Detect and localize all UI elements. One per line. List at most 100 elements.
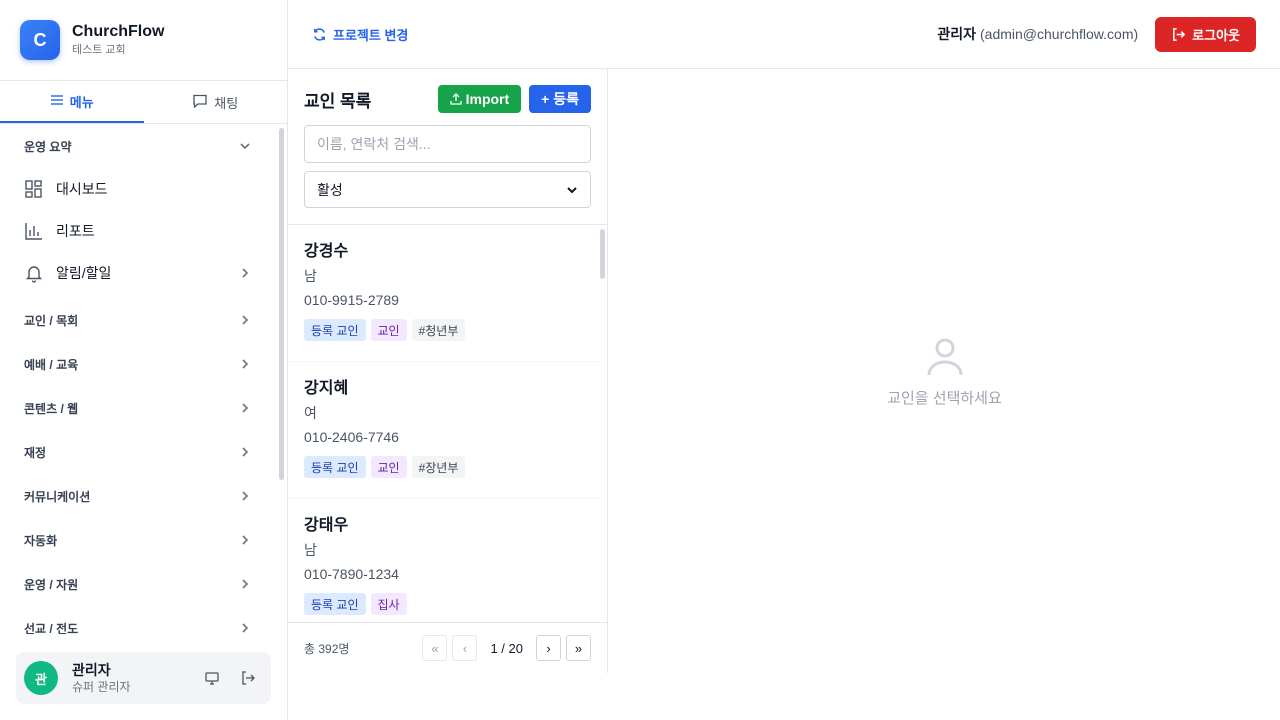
chat-icon — [192, 94, 208, 111]
logout-button[interactable]: 로그아웃 — [1155, 16, 1256, 52]
section-label: 재정 — [24, 445, 47, 460]
import-label: Import — [465, 91, 510, 107]
tab-chat-label: 채팅 — [214, 95, 239, 111]
bar-chart-icon — [24, 221, 44, 241]
logout-icon — [242, 671, 255, 685]
logout-icon — [1173, 27, 1186, 41]
list-title-row: 교인 목록 Import + 등록 — [304, 85, 591, 113]
section-label: 커뮤니케이션 — [24, 489, 91, 504]
role-badge: 집사 — [370, 593, 407, 615]
section-mission[interactable]: 선교 / 전도 — [0, 606, 288, 634]
list-item[interactable]: 강지혜 여 010-2406-7746 등록 교인 교인 #장년부 — [288, 362, 598, 499]
group-badge: #장년부 — [411, 456, 466, 478]
member-list: 강경수 남 010-9915-2789 등록 교인 교인 #청년부 강지혜 여 … — [288, 225, 607, 622]
status-select[interactable]: 활성 — [304, 171, 591, 208]
list-item[interactable]: 강경수 남 010-9915-2789 등록 교인 교인 #청년부 — [288, 225, 598, 362]
section-label: 운영 / 자원 — [24, 577, 79, 592]
admin-email: (admin@churchflow.com) — [980, 26, 1139, 42]
brand-text: ChurchFlow 테스트 교회 — [72, 22, 164, 58]
page-title: 교인 목록 — [304, 91, 372, 111]
section-label: 교인 / 목회 — [24, 313, 79, 328]
topbar-right: 관리자 (admin@churchflow.com) 로그아웃 — [937, 16, 1256, 52]
sidebar-menu: 운영 요약 대시보드 리포트 알림/할일 교인 / 목회 예배 / 교육 콘텐츠… — [0, 124, 288, 634]
sidebar-item-dashboard[interactable]: 대시보드 — [0, 168, 288, 210]
sidebar-item-label: 리포트 — [56, 223, 95, 239]
user-card: 관 관리자 슈퍼 관리자 — [16, 652, 271, 704]
tab-chat[interactable]: 채팅 — [144, 81, 288, 123]
search-input[interactable] — [304, 125, 591, 163]
project-change-button[interactable]: 프로젝트 변경 — [312, 25, 408, 44]
section-content[interactable]: 콘텐츠 / 웹 — [0, 386, 288, 430]
chevron-right-icon — [242, 623, 249, 633]
section-automation[interactable]: 자동화 — [0, 518, 288, 562]
import-button[interactable]: Import — [437, 85, 522, 113]
list-header: 교인 목록 Import + 등록 활성 — [288, 69, 607, 225]
chevron-right-icon — [242, 315, 249, 325]
section-members[interactable]: 교인 / 목회 — [0, 298, 288, 342]
member-tags: 등록 교인 교인 #장년부 — [304, 456, 582, 478]
chevron-right-icon — [242, 579, 249, 589]
tab-menu[interactable]: 메뉴 — [0, 81, 144, 123]
member-tags: 등록 교인 교인 #청년부 — [304, 319, 582, 341]
tab-menu-label: 메뉴 — [69, 94, 94, 110]
chevron-right-icon — [242, 359, 249, 369]
pagination: 총 392명 « ‹ 1 / 20 › » — [288, 622, 607, 673]
member-phone: 010-7890-1234 — [304, 566, 399, 582]
member-tags: 등록 교인 집사 — [304, 593, 582, 615]
section-label: 자동화 — [24, 533, 58, 548]
section-operations[interactable]: 운영 / 자원 — [0, 562, 288, 606]
display-mode-button[interactable] — [197, 663, 227, 693]
prev-page-button[interactable]: ‹ — [452, 635, 478, 661]
logout-label: 로그아웃 — [1192, 27, 1240, 43]
menu-icon — [50, 93, 64, 110]
brand-name: ChurchFlow — [72, 23, 165, 40]
section-summary[interactable]: 운영 요약 — [0, 124, 288, 168]
monitor-icon — [205, 672, 219, 685]
status-select-value: 활성 — [317, 181, 343, 198]
role-badge: 교인 — [370, 456, 407, 478]
sidebar-item-report[interactable]: 리포트 — [0, 210, 288, 252]
project-change-label: 프로젝트 변경 — [333, 27, 409, 43]
page-indicator: 1 / 20 — [490, 640, 523, 656]
group-badge: #청년부 — [411, 319, 466, 341]
brand-header: C ChurchFlow 테스트 교회 — [0, 0, 287, 81]
last-page-button[interactable]: » — [566, 635, 591, 661]
member-list-scrollbar[interactable] — [600, 229, 605, 279]
member-gender: 여 — [304, 405, 317, 421]
church-name: 테스트 교회 — [72, 44, 126, 56]
upload-icon — [449, 93, 462, 105]
user-role: 슈퍼 관리자 — [72, 680, 131, 694]
user-icon — [927, 338, 962, 375]
section-finance[interactable]: 재정 — [0, 430, 288, 474]
topbar: 프로젝트 변경 관리자 (admin@churchflow.com) 로그아웃 — [288, 0, 1280, 69]
chevron-right-icon — [242, 491, 249, 501]
member-gender: 남 — [304, 268, 317, 284]
member-name: 강태우 — [304, 517, 349, 534]
chevron-right-icon — [242, 403, 249, 413]
empty-state-text: 교인을 선택하세요 — [887, 389, 1002, 407]
sidebar-item-label: 대시보드 — [56, 181, 108, 197]
admin-label: 관리자 — [937, 26, 976, 42]
dashboard-icon — [24, 179, 44, 199]
list-item[interactable]: 강태우 남 010-7890-1234 등록 교인 집사 — [288, 499, 598, 622]
section-label: 선교 / 전도 — [24, 621, 79, 635]
member-phone: 010-9915-2789 — [304, 292, 399, 308]
avatar: 관 — [24, 661, 58, 695]
add-member-button[interactable]: + 등록 — [529, 85, 591, 113]
first-page-button[interactable]: « — [422, 635, 448, 661]
total-count: 총 392명 — [304, 641, 350, 656]
sidebar-tabs: 메뉴 채팅 — [0, 81, 287, 124]
chevron-right-icon — [242, 268, 249, 278]
status-badge: 등록 교인 — [304, 456, 366, 478]
next-page-button[interactable]: › — [536, 635, 561, 661]
member-gender: 남 — [304, 542, 317, 558]
section-worship[interactable]: 예배 / 교육 — [0, 342, 288, 386]
section-label: 콘텐츠 / 웹 — [24, 401, 79, 416]
user-info: 관리자 슈퍼 관리자 — [72, 661, 191, 695]
member-detail-empty: 교인을 선택하세요 — [609, 69, 1280, 673]
sidebar-scrollbar[interactable] — [279, 128, 284, 480]
sign-out-button[interactable] — [233, 663, 263, 693]
sidebar-item-alerts[interactable]: 알림/할일 — [0, 252, 288, 294]
sidebar: C ChurchFlow 테스트 교회 메뉴 채팅 운영 요약 대시보드 리포트… — [0, 0, 288, 720]
section-communication[interactable]: 커뮤니케이션 — [0, 474, 288, 518]
